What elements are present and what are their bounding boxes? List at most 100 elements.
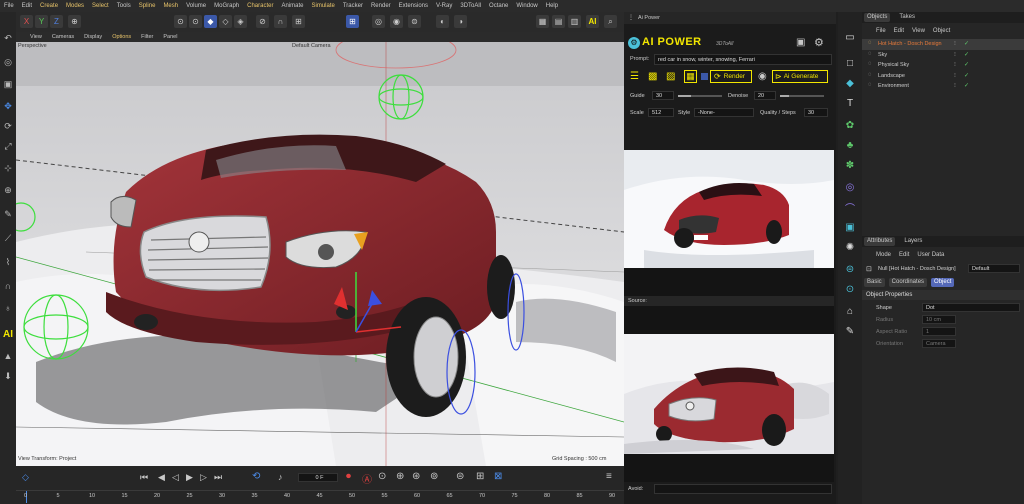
menu-volume[interactable]: Volume — [186, 3, 206, 9]
scale-select[interactable]: 512 — [648, 108, 674, 117]
keyframe-selection-icon[interactable]: ⊙ — [378, 471, 386, 482]
previous-key-icon[interactable]: ◀ — [158, 472, 165, 483]
snap-icon[interactable]: ∩ — [274, 15, 287, 28]
render-button[interactable]: ⟳ Render — [710, 70, 752, 83]
attr-menu-edit[interactable]: Edit — [899, 252, 909, 258]
ai-generate-button[interactable]: ⊳ Ai Generate — [772, 70, 828, 83]
layer-select[interactable]: Default — [968, 264, 1020, 273]
orientation-select[interactable]: Camera — [922, 339, 956, 348]
visibility-dots-icon[interactable]: ⁝ — [954, 40, 956, 47]
scale-key-icon[interactable]: ⊚ — [430, 471, 438, 482]
sound-icon[interactable]: ♪ — [278, 472, 283, 482]
panel-grip-icon[interactable]: ⋮ — [628, 14, 634, 21]
menu-file[interactable]: File — [4, 3, 14, 9]
y-axis-lock-icon[interactable]: Y — [35, 15, 48, 28]
object-row[interactable]: ◌ Landscape ⁝ ✓ — [862, 71, 1024, 82]
object-row[interactable]: ◌ Environment ⁝ ✓ — [862, 81, 1024, 92]
edges-mode-icon[interactable]: ◇ — [219, 15, 232, 28]
menu-simulate[interactable]: Simulate — [312, 3, 335, 9]
axis-icon[interactable]: ⊹ — [2, 162, 14, 174]
enabled-check-icon[interactable]: ✓ — [964, 61, 969, 68]
menu-modes[interactable]: Modes — [66, 3, 84, 9]
radius-input[interactable]: 10 cm — [922, 315, 956, 324]
tab-objects[interactable]: Objects — [864, 13, 891, 22]
viewport-menu-cameras[interactable]: Cameras — [52, 34, 74, 40]
enabled-check-icon[interactable]: ✓ — [964, 72, 969, 79]
enabled-check-icon[interactable]: ✓ — [964, 40, 969, 47]
render-queue-icon[interactable]: ▥ — [568, 15, 581, 28]
visibility-icon[interactable]: ◉ — [390, 15, 403, 28]
tag-icon[interactable]: ⌂ — [843, 304, 857, 318]
guide-input[interactable]: 30 — [652, 91, 674, 100]
cloner-icon[interactable]: ♣ — [843, 138, 857, 152]
attr-menu-mode[interactable]: Mode — [876, 252, 891, 258]
object-row[interactable]: ◌ Sky ⁝ ✓ — [862, 50, 1024, 61]
object-row[interactable]: ◌ Physical Sky ⁝ ✓ — [862, 60, 1024, 71]
object-row[interactable]: ◌ Hot Hatch - Dosch Design ⁝ ✓ — [862, 39, 1024, 50]
menu-mograph[interactable]: MoGraph — [214, 3, 239, 9]
subtab-coordinates[interactable]: Coordinates — [888, 277, 928, 287]
render-region-icon[interactable]: ◐ — [436, 15, 449, 28]
grid-icon[interactable]: ▲ — [2, 350, 14, 362]
rotate-tool-icon[interactable]: ⟳ — [2, 120, 14, 132]
panel-layout-icon[interactable]: ▭ — [843, 30, 857, 44]
go-to-start-icon[interactable]: ⏮ — [140, 472, 148, 483]
quality-input[interactable]: 30 — [804, 108, 828, 117]
live-selection-icon[interactable]: ◎ — [2, 56, 14, 68]
magnet-icon[interactable]: ∩ — [2, 280, 14, 292]
tab-attributes[interactable]: Attributes — [864, 237, 896, 246]
paint-icon[interactable]: ⌇ — [2, 256, 14, 268]
menu-v-ray[interactable]: V-Ray — [436, 3, 452, 9]
x-axis-lock-icon[interactable]: X — [20, 15, 33, 28]
menu-select[interactable]: Select — [92, 3, 109, 9]
text-icon[interactable]: T — [843, 96, 857, 110]
record-icon[interactable]: ⏺ — [346, 471, 351, 482]
world-coordinates-icon[interactable]: ⊕ — [68, 15, 81, 28]
menu-extensions[interactable]: Extensions — [399, 3, 428, 9]
polygons-mode-icon[interactable]: ◈ — [234, 15, 247, 28]
visibility-dots-icon[interactable]: ⁝ — [954, 82, 956, 89]
points-mode-icon[interactable]: ◆ — [204, 15, 217, 28]
light-icon[interactable]: ✺ — [843, 240, 857, 254]
move-tool-icon[interactable]: ✥ — [2, 100, 14, 112]
menu-tools[interactable]: Tools — [117, 3, 131, 9]
denoise-input[interactable]: 20 — [754, 91, 776, 100]
denoise-slider[interactable] — [780, 95, 824, 97]
image-icon[interactable]: ▩ — [648, 71, 660, 83]
objects-menu-edit[interactable]: Edit — [894, 28, 904, 34]
prompt-input[interactable]: red car in snow, winter, snowing, Ferrar… — [654, 54, 832, 65]
viewport-menu-filter[interactable]: Filter — [141, 34, 153, 40]
brush-icon[interactable]: ✎ — [2, 208, 14, 220]
image-viewer-icon[interactable]: ▣ — [796, 37, 805, 48]
pen-icon[interactable]: ✎ — [843, 324, 857, 338]
menu-window[interactable]: Window — [516, 3, 537, 9]
ai-icon[interactable]: AI — [2, 328, 14, 340]
menu-mesh[interactable]: Mesh — [163, 3, 178, 9]
render-settings-icon[interactable]: ▦ — [536, 15, 549, 28]
menu-octane[interactable]: Octane — [489, 3, 508, 9]
objects-menu-object[interactable]: Object — [933, 28, 950, 34]
lock-icon[interactable]: ⊜ — [408, 15, 421, 28]
workplane-icon[interactable]: ⊞ — [292, 15, 305, 28]
menu-tracker[interactable]: Tracker — [343, 3, 363, 9]
next-frame-icon[interactable]: ▷ — [200, 472, 207, 483]
texture-mode-icon[interactable]: ⊘ — [256, 15, 269, 28]
menu-help[interactable]: Help — [546, 3, 558, 9]
viewport[interactable]: Perspective Default Camera View Transfor… — [16, 42, 624, 466]
menu-character[interactable]: Character — [247, 3, 273, 9]
go-to-end-icon[interactable]: ⏭ — [214, 472, 222, 483]
keyframe-mode-icon[interactable]: ◇ — [22, 472, 29, 483]
autokey-icon[interactable]: Ⓐ — [362, 471, 372, 486]
viewport-menu-panel[interactable]: Panel — [163, 34, 177, 40]
tab-layers[interactable]: Layers — [901, 237, 925, 246]
rectangle-icon[interactable]: □ — [843, 56, 857, 70]
sculpt-icon[interactable]: ♁ — [2, 302, 14, 314]
subtab-basic[interactable]: Basic — [864, 277, 885, 287]
style-select[interactable]: -None- — [694, 108, 754, 117]
rotation-key-icon[interactable]: ⊛ — [412, 471, 420, 482]
list-icon[interactable]: ☰ — [630, 71, 642, 83]
attr-menu-userdata[interactable]: User Data — [917, 252, 944, 258]
pla-key-icon[interactable]: ⊞ — [476, 471, 484, 482]
settings-gear-icon[interactable]: ⚙ — [814, 36, 824, 49]
field-icon[interactable]: ◎ — [843, 180, 857, 194]
